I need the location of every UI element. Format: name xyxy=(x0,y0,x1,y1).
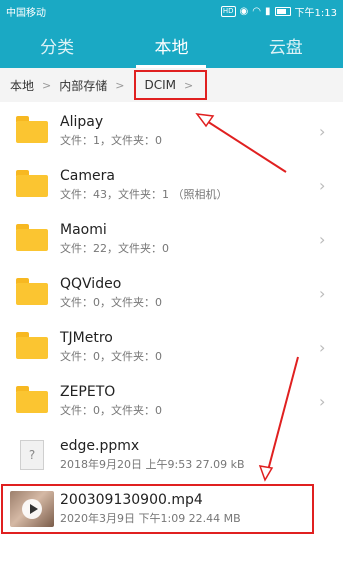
list-item-edge-ppmx[interactable]: ? edge.ppmx 2018年9月20日 上午9:53 27.09 kB xyxy=(0,428,343,482)
file-meta: 文件：0，文件夹：0 xyxy=(60,350,162,363)
file-meta: 2018年9月20日 上午9:53 27.09 kB xyxy=(60,458,245,471)
chevron-right-icon: › xyxy=(319,175,326,195)
folder-icon xyxy=(16,386,48,413)
file-meta: 文件：1，文件夹：0 xyxy=(60,134,162,147)
list-item-zepeto[interactable]: ZEPETO 文件：0，文件夹：0 › xyxy=(0,374,343,428)
file-name: edge.ppmx xyxy=(60,438,140,454)
eye-icon: ◉ xyxy=(239,5,249,17)
breadcrumb-current-dcim[interactable]: DCIM > xyxy=(134,70,208,100)
file-meta: 文件：0，文件夹：0 xyxy=(60,404,162,417)
breadcrumb-current-label: DCIM xyxy=(144,78,176,92)
list-item-camera[interactable]: Camera 文件：43，文件夹：1 （照相机） › xyxy=(0,158,343,212)
file-list: Alipay 文件：1，文件夹：0 › Camera 文件：43，文件夹：1 （… xyxy=(0,104,343,536)
list-item-alipay[interactable]: Alipay 文件：1，文件夹：0 › xyxy=(0,104,343,158)
list-item-tjmetro[interactable]: TJMetro 文件：0，文件夹：0 › xyxy=(0,320,343,374)
folder-icon xyxy=(16,170,48,197)
chevron-right-icon: > xyxy=(183,78,194,92)
tab-cloud[interactable]: 云盘 xyxy=(229,22,343,68)
file-name: ZEPETO xyxy=(60,384,116,400)
status-time: 下午1:13 xyxy=(294,7,337,19)
file-name: Maomi xyxy=(60,222,107,238)
file-meta: 文件：0，文件夹：0 xyxy=(60,296,162,309)
status-icons: HD ◉ ◠ ▮ 下午1:13 xyxy=(220,4,337,19)
file-meta: 文件：43，文件夹：1 （照相机） xyxy=(60,188,228,201)
folder-icon xyxy=(16,116,48,143)
chevron-right-icon: › xyxy=(319,337,326,357)
tab-bar: 分类 本地 云盘 xyxy=(0,22,343,68)
breadcrumb: 本地 > 内部存储 > DCIM > xyxy=(0,68,343,102)
chevron-right-icon: > xyxy=(42,78,52,92)
tab-local[interactable]: 本地 xyxy=(114,22,228,68)
chevron-right-icon: › xyxy=(319,391,326,411)
video-thumbnail-icon xyxy=(10,491,54,527)
file-meta: 2020年3月9日 下午1:09 22.44 MB xyxy=(60,512,241,525)
folder-icon xyxy=(16,278,48,305)
file-name: 200309130900.mp4 xyxy=(60,492,203,508)
chevron-right-icon: › xyxy=(319,283,326,303)
file-name: QQVideo xyxy=(60,276,122,292)
play-icon xyxy=(22,499,42,519)
chevron-right-icon: › xyxy=(319,229,326,249)
status-bar: 中国移动 HD ◉ ◠ ▮ 下午1:13 xyxy=(0,0,343,22)
battery-icon xyxy=(274,6,291,16)
list-item-qqvideo[interactable]: QQVideo 文件：0，文件夹：0 › xyxy=(0,266,343,320)
tab-category[interactable]: 分类 xyxy=(0,22,114,68)
file-meta: 文件：22，文件夹：0 xyxy=(60,242,169,255)
folder-icon xyxy=(16,224,48,251)
chevron-right-icon: › xyxy=(319,121,326,141)
hd-badge: HD xyxy=(220,5,236,17)
file-name: Camera xyxy=(60,168,115,184)
chevron-right-icon: > xyxy=(115,78,125,92)
file-name: TJMetro xyxy=(60,330,113,346)
list-item-maomi[interactable]: Maomi 文件：22，文件夹：0 › xyxy=(0,212,343,266)
folder-icon xyxy=(16,332,48,359)
file-name: Alipay xyxy=(60,114,104,130)
carrier-label: 中国移动 xyxy=(6,7,46,19)
signal-icon: ▮ xyxy=(265,5,271,17)
breadcrumb-internal-storage[interactable]: 内部存储 xyxy=(59,77,107,94)
unknown-file-icon: ? xyxy=(20,440,44,470)
wifi-icon: ◠ xyxy=(252,5,262,17)
list-item-video-mp4[interactable]: 200309130900.mp4 2020年3月9日 下午1:09 22.44 … xyxy=(0,482,343,536)
breadcrumb-local[interactable]: 本地 xyxy=(10,77,34,94)
